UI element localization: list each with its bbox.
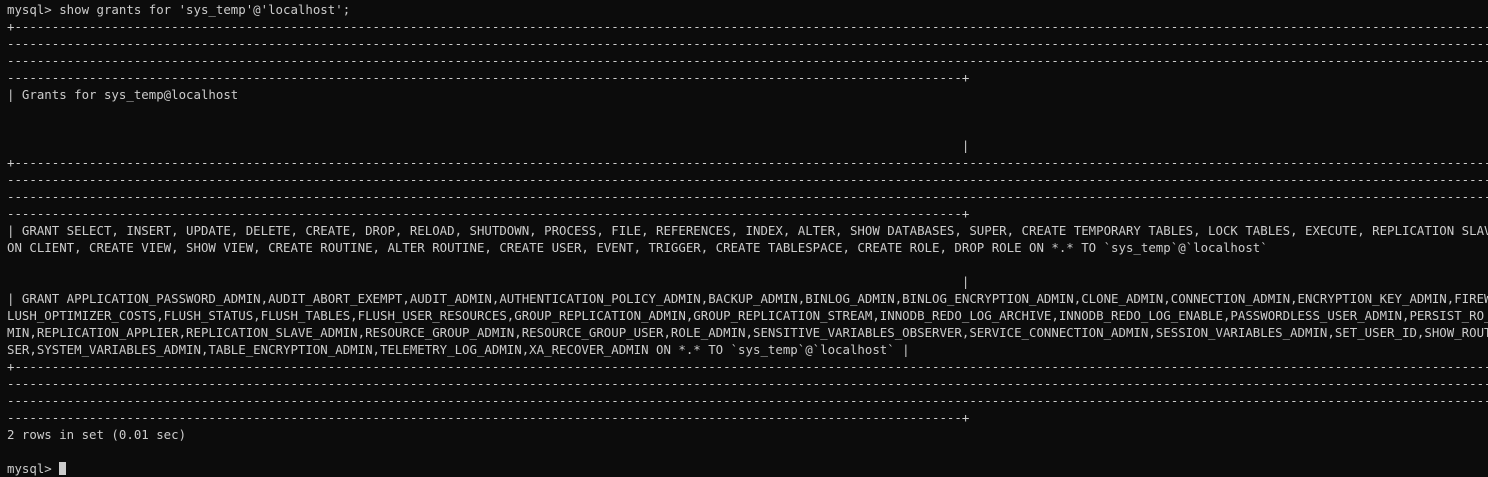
table-border-wrap: ----------------------------------------…: [7, 393, 1488, 408]
table-row: | GRANT SELECT, INSERT, UPDATE, DELETE, …: [7, 223, 1488, 238]
table-border-end: ----------------------------------------…: [7, 206, 970, 221]
table-border-wrap: ----------------------------------------…: [7, 36, 1488, 51]
input-line[interactable]: mysql>: [7, 460, 1488, 477]
column-header: | Grants for sys_temp@localhost: [7, 87, 239, 102]
table-row-wrap: MIN,REPLICATION_APPLIER,REPLICATION_SLAV…: [7, 325, 1488, 340]
table-border-top: +---------------------------------------…: [7, 19, 1488, 34]
command-line: mysql> show grants for 'sys_temp'@'local…: [7, 1, 1488, 18]
table-border-top: +---------------------------------------…: [7, 359, 1488, 374]
table-border-wrap: ----------------------------------------…: [7, 172, 1488, 187]
table-row-wrap: LUSH_OPTIMIZER_COSTS,FLUSH_STATUS,FLUSH_…: [7, 308, 1488, 323]
table-row-wrap: ON CLIENT, CREATE VIEW, SHOW VIEW, CREAT…: [7, 240, 1268, 255]
prompt: mysql>: [7, 461, 60, 476]
command-text: show grants for 'sys_temp'@'localhost';: [59, 2, 351, 17]
result-summary: 2 rows in set (0.01 sec): [7, 427, 187, 442]
block-cursor-icon: [59, 462, 67, 475]
table-border-wrap: ----------------------------------------…: [7, 376, 1488, 391]
table-row: | GRANT APPLICATION_PASSWORD_ADMIN,AUDIT…: [7, 291, 1488, 306]
table-border-end: ----------------------------------------…: [7, 410, 970, 425]
table-row-pipe: |: [7, 274, 970, 289]
table-border-end: ----------------------------------------…: [7, 70, 970, 85]
table-border-wrap: ----------------------------------------…: [7, 189, 1488, 204]
terminal-window[interactable]: mysql> show grants for 'sys_temp'@'local…: [0, 0, 1488, 476]
prompt: mysql>: [7, 2, 60, 17]
column-header-pipe: |: [7, 138, 970, 153]
table-row-wrap: SER,SYSTEM_VARIABLES_ADMIN,TABLE_ENCRYPT…: [7, 342, 910, 357]
table-border-top: +---------------------------------------…: [7, 155, 1488, 170]
table-border-wrap: ----------------------------------------…: [7, 53, 1488, 68]
